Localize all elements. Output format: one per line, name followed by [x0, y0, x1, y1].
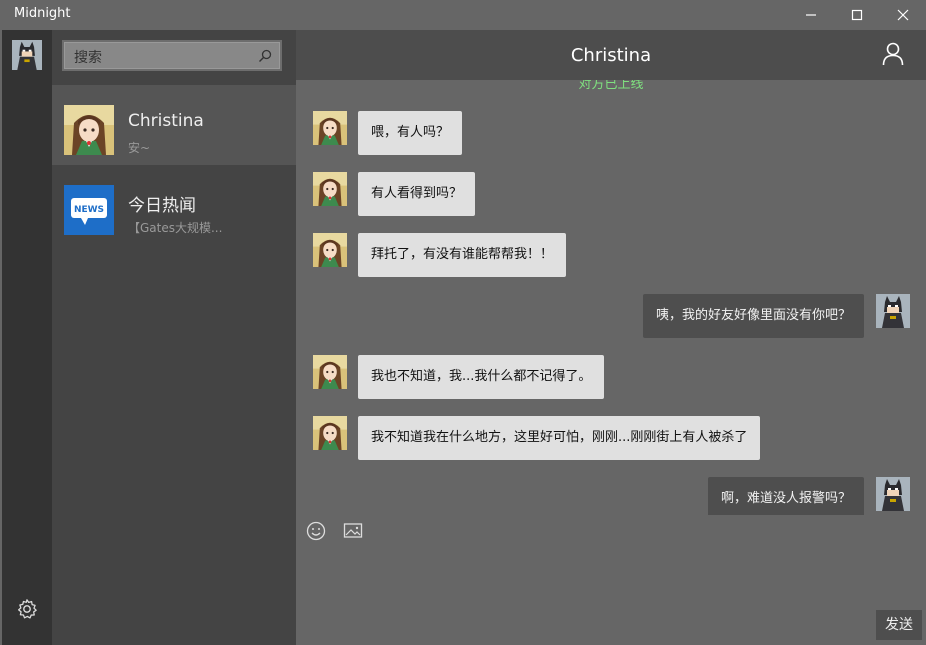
emoji-icon[interactable] [306, 521, 326, 541]
message-bubble: 我也不知道，我...我什么都不记得了。 [358, 355, 605, 399]
chat-header: Christina [296, 30, 926, 80]
close-button[interactable] [880, 0, 926, 30]
conversation-preview: 【Gates大规模... [128, 221, 223, 235]
conversation-name: Christina [128, 111, 204, 131]
message-bubble: 有人看得到吗？ [358, 172, 476, 216]
gear-icon[interactable] [16, 598, 38, 620]
conversation-preview: 安~ [128, 141, 151, 155]
my-avatar[interactable] [12, 40, 42, 70]
conversation-item-news[interactable]: NEWS 今日热闻 【Gates大规模... [52, 165, 296, 245]
christina-avatar [313, 172, 347, 206]
search-box[interactable]: 搜索 [62, 40, 282, 71]
conversation-name: 今日热闻 [128, 196, 196, 216]
message-bubble: 我不知道我在什么地方，这里好可怕，刚刚...刚刚街上有人被杀了 [358, 416, 761, 460]
maximize-icon [851, 9, 863, 21]
close-icon [897, 9, 909, 21]
my-avatar [876, 294, 910, 328]
message-bubble: 咦，我的好友好像里面没有你吧？ [642, 294, 864, 338]
minimize-button[interactable] [788, 0, 834, 30]
christina-avatar [313, 111, 347, 145]
message-list: 对方已上线 喂，有人吗？ 有人看得到吗？ 拜托了，有没有谁能帮帮我！！ 咦，我的… [296, 80, 926, 515]
send-button[interactable]: 发送 [876, 610, 922, 640]
minimize-icon [806, 14, 816, 16]
christina-avatar [64, 105, 114, 155]
nav-rail [2, 30, 52, 645]
chat-title: Christina [570, 45, 652, 66]
maximize-button[interactable] [834, 0, 880, 30]
message-composer[interactable]: 发送 [296, 515, 926, 645]
person-icon[interactable] [882, 42, 904, 66]
message-bubble: 喂，有人吗？ [358, 111, 463, 155]
conversation-list-panel: 搜索 Christina 安~ NEWS 今日热闻 【Gates大规模... [52, 30, 296, 645]
online-status: 对方已上线 [578, 80, 644, 92]
christina-avatar [313, 416, 347, 450]
message-bubble: 拜托了，有没有谁能帮帮我！！ [358, 233, 567, 277]
christina-avatar [313, 355, 347, 389]
search-icon[interactable] [258, 49, 272, 63]
image-icon[interactable] [343, 522, 363, 540]
window-title: Midnight [14, 6, 71, 21]
news-icon-label: NEWS [74, 205, 104, 215]
news-icon: NEWS [64, 185, 114, 235]
search-input[interactable]: 搜索 [74, 47, 102, 67]
conversation-item-christina[interactable]: Christina 安~ [52, 85, 296, 165]
my-avatar [876, 477, 910, 511]
title-bar: Midnight [0, 0, 926, 30]
message-bubble: 啊，难道没人报警吗？ [707, 477, 864, 515]
christina-avatar [313, 233, 347, 267]
